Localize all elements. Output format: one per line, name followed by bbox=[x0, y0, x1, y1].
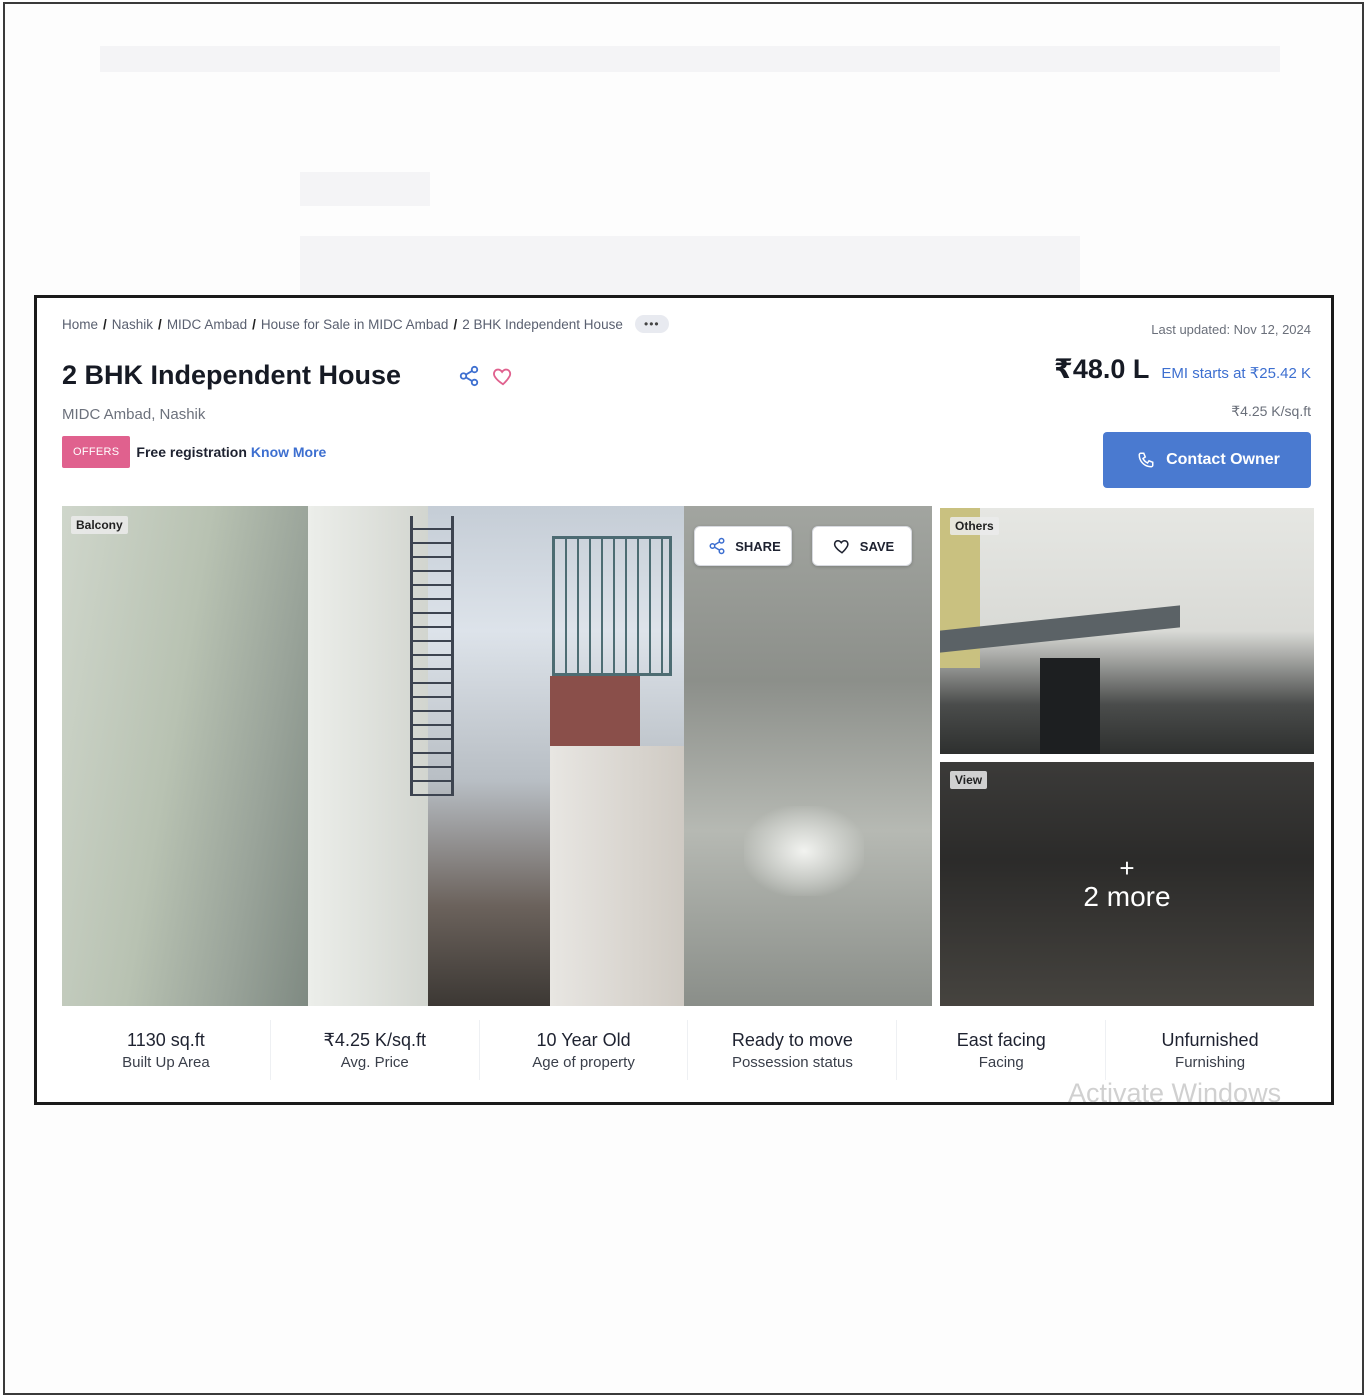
listing-price: ₹48.0 L bbox=[1054, 354, 1150, 384]
stat-furnishing: Unfurnished Furnishing bbox=[1106, 1020, 1314, 1080]
plus-icon: + bbox=[1119, 853, 1135, 883]
stat-value: East facing bbox=[956, 1029, 1046, 1050]
stat-value: 1130 sq.ft bbox=[127, 1029, 205, 1050]
emi-link[interactable]: EMI starts at ₹25.42 K bbox=[1161, 364, 1311, 382]
stat-value: 10 Year Old bbox=[536, 1029, 631, 1050]
faded-block bbox=[300, 236, 1080, 296]
breadcrumb-current: 2 BHK Independent House bbox=[462, 316, 623, 332]
stat-value: ₹4.25 K/sq.ft bbox=[323, 1029, 426, 1050]
breadcrumb-locality[interactable]: MIDC Ambad bbox=[167, 317, 247, 332]
offer-text: Free registration bbox=[136, 444, 247, 460]
heart-icon[interactable] bbox=[491, 364, 515, 388]
ellipsis-icon[interactable]: ••• bbox=[634, 315, 669, 333]
know-more-link[interactable]: Know More bbox=[251, 444, 326, 460]
breadcrumb-separator: / bbox=[103, 316, 107, 332]
stat-label: Built Up Area bbox=[122, 1053, 210, 1071]
stat-label: Age of property bbox=[532, 1053, 635, 1071]
stat-value: Unfurnished bbox=[1161, 1029, 1259, 1050]
save-button[interactable]: SAVE bbox=[812, 526, 912, 566]
title-actions bbox=[457, 364, 515, 388]
stat-label: Facing bbox=[978, 1053, 1024, 1071]
contact-owner-button[interactable]: Contact Owner bbox=[1103, 432, 1311, 488]
more-photos-label: 2 more bbox=[1083, 881, 1171, 912]
breadcrumb-home[interactable]: Home bbox=[62, 317, 98, 332]
offer-row: OFFERS Free registration Know More bbox=[62, 436, 326, 468]
photo-gallery: Balcony SHARE SAVE Others View + 2 more bbox=[62, 506, 1314, 1006]
photo-blur-left bbox=[62, 506, 308, 1006]
last-updated: Last updated: Nov 12, 2024 bbox=[1151, 322, 1311, 337]
listing-card: Home / Nashik / MIDC Ambad / House for S… bbox=[34, 295, 1334, 1105]
more-photos-overlay[interactable]: + 2 more bbox=[940, 762, 1314, 1006]
activate-windows-watermark: Activate Windows bbox=[1068, 1078, 1282, 1108]
stat-possession: Ready to move Possession status bbox=[688, 1020, 898, 1080]
price-row: ₹48.0 L EMI starts at ₹25.42 K bbox=[1054, 354, 1311, 385]
stat-label: Avg. Price bbox=[340, 1053, 409, 1071]
title-row: 2 BHK Independent House bbox=[62, 360, 515, 391]
price-per-sqft: ₹4.25 K/sq.ft bbox=[1231, 403, 1311, 419]
photo-blur-right bbox=[684, 506, 932, 1006]
breadcrumb-separator: / bbox=[453, 316, 458, 332]
offers-badge: OFFERS bbox=[62, 436, 131, 468]
contact-owner-label: Contact Owner bbox=[1166, 451, 1280, 468]
stat-label: Possession status bbox=[731, 1053, 853, 1071]
breadcrumb-separator: / bbox=[158, 316, 162, 332]
phone-icon bbox=[1134, 448, 1158, 472]
page-title: 2 BHK Independent House bbox=[62, 360, 402, 390]
side-photo-others[interactable]: Others bbox=[940, 508, 1314, 754]
heart-icon bbox=[830, 534, 854, 558]
stat-built-up-area: 1130 sq.ft Built Up Area bbox=[62, 1020, 271, 1080]
share-button[interactable]: SHARE bbox=[694, 526, 792, 566]
save-label: SAVE bbox=[859, 538, 895, 554]
stat-label: Furnishing bbox=[1175, 1053, 1246, 1071]
share-icon bbox=[705, 534, 729, 558]
photo-tag-balcony: Balcony bbox=[71, 516, 128, 534]
stat-value: Ready to move bbox=[731, 1029, 853, 1050]
main-photo[interactable]: Balcony SHARE SAVE bbox=[62, 506, 932, 1006]
share-icon[interactable] bbox=[457, 364, 481, 388]
property-stats: 1130 sq.ft Built Up Area ₹4.25 K/sq.ft A… bbox=[62, 1020, 1314, 1080]
faded-block bbox=[300, 172, 430, 206]
breadcrumb-category[interactable]: House for Sale in MIDC Ambad bbox=[261, 317, 449, 332]
listing-location: MIDC Ambad, Nashik bbox=[62, 406, 206, 423]
stat-avg-price: ₹4.25 K/sq.ft Avg. Price bbox=[271, 1020, 480, 1080]
photo-tag-others: Others bbox=[950, 517, 999, 535]
side-photo-view[interactable]: View + 2 more bbox=[940, 762, 1314, 1006]
photo-wall-right bbox=[550, 746, 684, 1006]
share-label: SHARE bbox=[735, 538, 781, 554]
stat-facing: East facing Facing bbox=[897, 1020, 1107, 1080]
breadcrumb: Home / Nashik / MIDC Ambad / House for S… bbox=[62, 315, 669, 333]
faded-header-band bbox=[100, 46, 1280, 72]
stat-age: 10 Year Old Age of property bbox=[480, 1020, 689, 1080]
breadcrumb-city[interactable]: Nashik bbox=[112, 317, 153, 332]
photo-staircase bbox=[410, 516, 454, 796]
breadcrumb-separator: / bbox=[252, 316, 256, 332]
photo-window bbox=[1040, 658, 1100, 754]
photo-railing bbox=[552, 536, 672, 676]
